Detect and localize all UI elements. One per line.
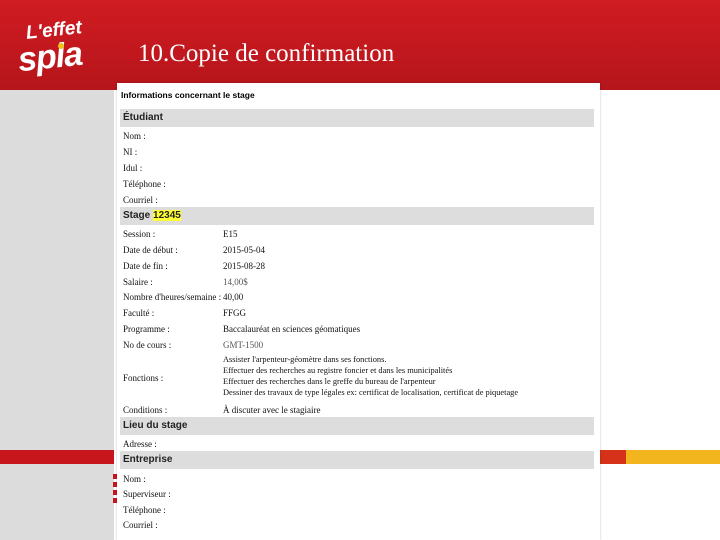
slide-title: 10.Copie de confirmation	[138, 40, 395, 67]
stage-faculte-value: FFGG	[223, 308, 247, 318]
bottom-red-bar	[0, 450, 114, 464]
stage-date-debut-value: 2015-05-04	[223, 245, 265, 255]
stage-faculte-label: Faculté :	[123, 308, 155, 318]
entreprise-telephone-label: Téléphone :	[123, 505, 166, 515]
bottom-red-accent	[596, 450, 626, 464]
slide-header-band: L'effet spla 10.Copie de confirmation	[0, 0, 720, 90]
etudiant-telephone-label: Téléphone :	[123, 179, 166, 189]
etudiant-nom-label: Nom :	[123, 131, 146, 141]
entreprise-nom-label: Nom :	[123, 474, 146, 484]
section-lieu: Lieu du stage	[120, 417, 594, 435]
section-heading: Entreprise	[123, 454, 173, 465]
section-etudiant: Étudiant	[120, 109, 594, 127]
stage-heures-label: Nombre d'heures/semaine :	[123, 292, 222, 302]
stage-conditions-value: À discuter avec le stagiaire	[223, 405, 321, 415]
stage-date-fin-label: Date de fin :	[123, 261, 168, 271]
stage-fonction-line: Assister l'arpenteur-géomètre dans ses f…	[223, 355, 387, 364]
stage-salaire-value: 14,00$	[223, 277, 248, 287]
stage-conditions-label: Conditions :	[123, 405, 168, 415]
etudiant-idul-label: Idul :	[123, 163, 143, 173]
form-title: Informations concernant le stage	[121, 90, 255, 100]
stage-date-fin-value: 2015-08-28	[223, 261, 265, 271]
stage-programme-label: Programme :	[123, 324, 170, 334]
etudiant-courriel-label: Courriel :	[123, 195, 158, 205]
section-entreprise: Entreprise	[120, 451, 594, 469]
stage-session-label: Session :	[123, 229, 156, 239]
stage-heading-prefix: Stage	[123, 210, 151, 221]
stage-fonction-line: Dessiner des travaux de type légales ex:…	[223, 388, 519, 397]
logo-dot	[58, 43, 64, 49]
section-heading: Étudiant	[123, 112, 163, 123]
entreprise-superviseur-label: Superviseur :	[123, 489, 171, 499]
stage-programme-value: Baccalauréat en sciences géomatiques	[223, 324, 361, 334]
stage-fonctions-label: Fonctions :	[123, 373, 164, 383]
stage-heures-value: 40,00	[223, 292, 244, 302]
stage-cours-value: GMT-1500	[223, 340, 264, 350]
effet-spla-logo: L'effet spla	[14, 17, 98, 80]
stage-fonction-line: Effectuer des recherches au registre fon…	[223, 366, 453, 375]
section-heading: Lieu du stage	[123, 420, 188, 431]
lieu-adresse-label: Adresse :	[123, 439, 157, 449]
stage-salaire-label: Salaire :	[123, 277, 153, 287]
etudiant-ni-label: NI :	[123, 147, 138, 157]
stage-session-value: E15	[223, 229, 238, 239]
section-stage: Stage 12345	[120, 207, 594, 225]
entreprise-courriel-label: Courriel :	[123, 520, 158, 530]
stage-cours-label: No de cours :	[123, 340, 172, 350]
logo-bottom-text: spla	[16, 34, 84, 80]
stage-number-highlight: 12345	[153, 210, 181, 221]
stage-date-debut-label: Date de début :	[123, 245, 178, 255]
confirmation-screenshot: Informations concernant le stage Étudian…	[117, 83, 600, 540]
stage-fonction-line: Effectuer des recherches dans le greffe …	[223, 377, 436, 386]
